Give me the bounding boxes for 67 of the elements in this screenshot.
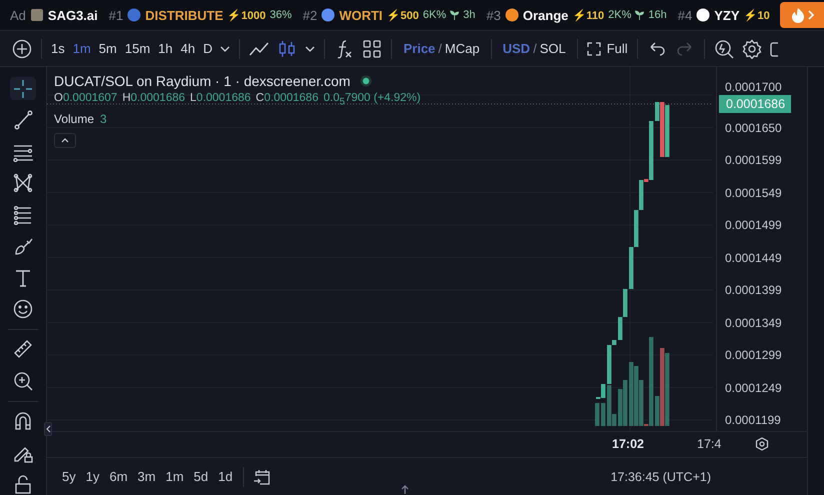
ohlc-value: 0.0001607: [62, 92, 118, 106]
ohlc-value: 0.0001686: [264, 92, 318, 106]
time-label: 17:4: [697, 437, 722, 451]
price-tick: 0.0001700: [725, 80, 782, 94]
price-change: 2K%: [608, 9, 632, 21]
price-tick: 0.0001399: [725, 283, 782, 297]
boost-count: ⚡110: [572, 8, 604, 22]
ad-name[interactable]: SAG3.ai: [48, 8, 98, 22]
ohlc-label: O: [54, 92, 63, 106]
interval-tab[interactable]: 1h: [154, 38, 177, 59]
toggle-option[interactable]: USD: [502, 41, 530, 56]
toggle-separator: /: [438, 41, 442, 56]
token-name[interactable]: YZY: [714, 8, 740, 22]
toggle-option[interactable]: MCap: [444, 41, 480, 56]
range-button[interactable]: 3m: [132, 467, 161, 486]
rank-label: #1: [108, 8, 124, 22]
ohlc-label: C: [256, 92, 264, 106]
ohlc-value: 0.0001686: [130, 92, 186, 106]
interval-tab[interactable]: 4h: [176, 38, 200, 59]
boost-count: ⚡10: [744, 8, 770, 22]
boost-count: ⚡1000: [227, 8, 266, 22]
time-label: 17:02: [612, 437, 644, 451]
token-age: 3h: [463, 9, 476, 21]
interval-tab[interactable]: 15m: [120, 38, 154, 59]
price-tick: 0.0001299: [725, 348, 782, 362]
ohlc-value: 0.0001686: [196, 92, 251, 106]
ad-label: Ad: [10, 8, 26, 22]
range-button[interactable]: 5d: [188, 467, 214, 486]
range-button[interactable]: 6m: [104, 467, 133, 486]
token-name[interactable]: Orange: [522, 8, 568, 22]
price-change: 36%: [270, 9, 292, 21]
rank-label: #3: [486, 8, 501, 22]
current-price-label: 0.0001686: [719, 95, 792, 113]
ohlc-label: H: [122, 92, 131, 106]
interval-tab[interactable]: 5m: [94, 38, 121, 59]
token-age: 16h: [648, 9, 667, 21]
price-tick: 0.0001199: [725, 413, 781, 427]
interval-tab[interactable]: 1s: [47, 38, 69, 59]
volume-value: 3: [100, 112, 107, 126]
toggle-option[interactable]: Price: [403, 41, 436, 56]
price-tick: 0.0001499: [725, 218, 782, 232]
clock-label: 17:36:45 (UTC+1): [610, 470, 711, 484]
range-button[interactable]: 1m: [160, 467, 189, 486]
price-change: 0.0$_{5}$7900 (+4.92%): [323, 92, 421, 108]
interval-tab[interactable]: 1m: [68, 38, 95, 59]
price-tick: 0.0001349: [725, 316, 782, 330]
token-name[interactable]: DISTRIBUTE: [145, 8, 224, 22]
range-button[interactable]: 1d: [213, 467, 238, 486]
fullscreen-button[interactable]: Full: [582, 38, 632, 59]
toggle-separator: /: [533, 41, 537, 56]
price-tick: 0.0001650: [725, 120, 782, 134]
price-tick: 0.0001549: [725, 186, 782, 200]
rank-label: #4: [678, 8, 692, 22]
ohlc-label: L: [190, 92, 196, 106]
price-tick: 0.0001249: [725, 380, 782, 394]
range-button[interactable]: 5y: [57, 467, 81, 486]
price-tick: 0.0001449: [725, 250, 782, 264]
volume-label: Volume: [54, 112, 94, 126]
price-tick: 0.0001599: [725, 153, 782, 167]
token-name[interactable]: WORTI: [339, 8, 383, 22]
boost-count: ⚡500: [386, 8, 419, 22]
toggle-option[interactable]: SOL: [540, 41, 566, 56]
range-button[interactable]: 1y: [80, 467, 104, 486]
interval-tab[interactable]: D: [199, 38, 216, 59]
chart-title: DUCAT/SOL on Raydium · 1 · dexscreener.com: [54, 73, 350, 89]
price-change: 6K%: [422, 9, 446, 21]
rank-label: #2: [302, 8, 318, 22]
